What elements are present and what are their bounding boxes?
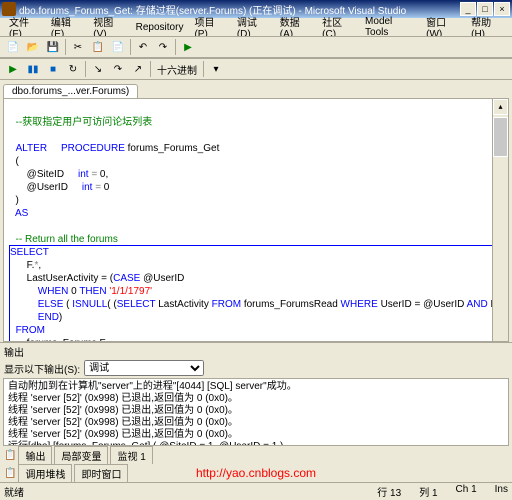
code-editor[interactable]: --获取指定用户可访问论坛列表 ALTER PROCEDURE forums_F… — [3, 98, 509, 342]
step-over-button[interactable]: ↷ — [108, 60, 128, 78]
redo-button[interactable]: ↷ — [153, 38, 173, 56]
toolbar-main: 📄 📂 💾 ✂ 📋 📄 ↶ ↷ ▶ — [0, 36, 512, 58]
pause-button[interactable]: ▮▮ — [23, 60, 43, 78]
tab-icon: 📋 — [4, 450, 16, 461]
save-button[interactable]: 💾 — [43, 38, 63, 56]
menu-repository[interactable]: Repository — [131, 21, 189, 34]
open-button[interactable]: 📂 — [23, 38, 43, 56]
restart-button[interactable]: ↻ — [63, 60, 83, 78]
editor-scrollbar[interactable]: ▴ — [492, 99, 508, 341]
tab-forums-get[interactable]: dbo.forums_...ver.Forums) — [3, 84, 138, 98]
output-panel-title: 输出 — [0, 342, 512, 358]
tab-immediate[interactable]: 即时窗口 — [74, 464, 128, 483]
new-button[interactable]: 📄 — [3, 38, 23, 56]
menubar: 文件(F) 编辑(E) 视图(V) Repository 项目(P) 调试(D)… — [0, 18, 512, 36]
output-source-select[interactable]: 调试 — [84, 360, 204, 376]
status-ready: 就绪 — [4, 484, 24, 499]
toolbar-debug: ▶ ▮▮ ■ ↻ ↘ ↷ ↗ 十六进制 ▾ — [0, 58, 512, 80]
stop-button[interactable]: ■ — [43, 60, 63, 78]
status-ch: Ch 1 — [456, 484, 477, 499]
paste-button[interactable]: 📄 — [108, 38, 128, 56]
watermark: http://yao.cnblogs.com — [196, 466, 316, 480]
dropdown-button[interactable]: ▾ — [206, 60, 226, 78]
output-toolbar: 显示以下输出(S): 调试 — [0, 358, 512, 378]
document-tabs: dbo.forums_...ver.Forums) — [0, 80, 512, 98]
statusbar: 就绪 行 13 列 1 Ch 1 Ins — [0, 482, 512, 500]
scroll-up-arrow[interactable]: ▴ — [493, 99, 508, 115]
bottom-tabs-left: 📋 输出 局部变量 监视 1 — [0, 446, 512, 464]
scroll-thumb[interactable] — [493, 117, 508, 157]
status-ins: Ins — [495, 484, 508, 499]
tab-locals[interactable]: 局部变量 — [54, 446, 108, 465]
status-line: 行 13 — [377, 484, 401, 499]
step-into-button[interactable]: ↘ — [88, 60, 108, 78]
status-col: 列 1 — [419, 484, 437, 499]
cut-button[interactable]: ✂ — [68, 38, 88, 56]
output-pane[interactable]: 自动附加到在计算机"server"上的进程"[4044] [SQL] serve… — [3, 378, 509, 446]
step-out-button[interactable]: ↗ — [128, 60, 148, 78]
run-button[interactable]: ▶ — [178, 38, 198, 56]
tab-output[interactable]: 输出 — [18, 446, 52, 465]
copy-button[interactable]: 📋 — [88, 38, 108, 56]
tab-icon2: 📋 — [4, 468, 16, 479]
tab-watch[interactable]: 监视 1 — [110, 446, 152, 465]
output-source-label: 显示以下输出(S): — [4, 361, 80, 376]
undo-button[interactable]: ↶ — [133, 38, 153, 56]
hex-label[interactable]: 十六进制 — [153, 62, 201, 77]
continue-button[interactable]: ▶ — [3, 60, 23, 78]
tab-callstack[interactable]: 调用堆栈 — [18, 464, 72, 483]
